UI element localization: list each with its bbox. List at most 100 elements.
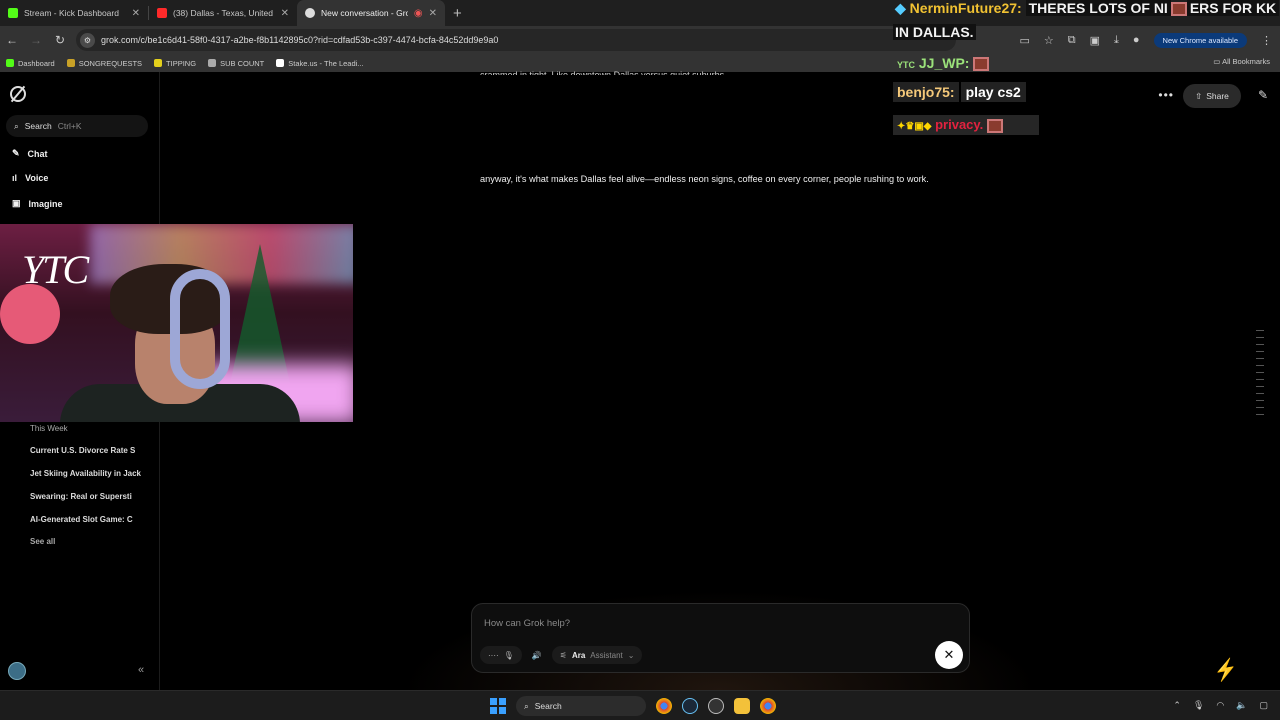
bookmark-site-icon [154, 59, 163, 67]
browser-toolbar: ← → ↻ ⚙ grok.com/c/be1c6d41-58f0-4317-a2… [0, 26, 1280, 54]
close-icon[interactable]: ✕ [281, 8, 289, 19]
url-text: grok.com/c/be1c6d41-58f0-4317-a2be-f8b11… [101, 35, 499, 45]
back-icon[interactable]: ← [0, 33, 24, 47]
close-icon: ✕ [943, 647, 955, 662]
kick-icon [6, 59, 14, 67]
close-icon[interactable]: ✕ [429, 8, 437, 19]
grok-logo-icon[interactable] [10, 86, 26, 102]
chat-message: YTC JJ_WP: [897, 55, 990, 72]
chrome-icon[interactable] [760, 698, 776, 714]
more-options-icon[interactable]: ••• [1158, 88, 1174, 102]
waveform-icon: ıl [12, 173, 18, 183]
history-item[interactable]: Swearing: Real or Supersti [30, 492, 142, 501]
badge-icon: ✦♛▣◆ [897, 121, 932, 132]
share-button[interactable]: ⇧ Share [1183, 84, 1241, 108]
taskbar-apps: ⌕ Search [490, 696, 776, 716]
search-input[interactable]: ⌕ Search Ctrl+K [6, 115, 148, 137]
headset [170, 269, 230, 389]
share-icon: ⇧ [1195, 90, 1203, 101]
search-label: Search [24, 121, 52, 131]
search-shortcut: Ctrl+K [57, 121, 82, 131]
bookmark-star-icon[interactable]: ☆ [1044, 34, 1054, 47]
chat-message: benjo75: play cs2 [893, 82, 1026, 102]
see-all-link[interactable]: See all [30, 537, 55, 546]
voice-name: Ara [571, 650, 586, 660]
browser-tab-active[interactable]: New conversation - Grok ◉ ✕ [297, 0, 445, 26]
bookmark-item[interactable]: Stake.us - The Leadi... [276, 59, 364, 68]
menu-icon[interactable]: ⋮ [1261, 34, 1272, 47]
nav-item-voice[interactable]: ıl Voice [12, 173, 48, 183]
recording-icon: ◉ [413, 7, 423, 19]
chat-message: ✦♛▣◆ privacy. [893, 115, 1039, 135]
avatar[interactable] [8, 662, 26, 680]
chat-text: ERS FOR KK [1186, 0, 1280, 16]
close-icon[interactable]: ✕ [132, 8, 140, 19]
windows-start-icon[interactable] [490, 698, 506, 714]
toolbar-actions: ▭ ☆ ⧉ ▣ ⤓ ● New Chrome available ⋮ [1019, 30, 1272, 50]
bookmark-item[interactable]: TIPPING [154, 59, 196, 68]
chat-message: ◆ NerminFuture27: THERES LOTS OF NI ERS F… [895, 0, 1280, 17]
address-bar[interactable]: ⚙ grok.com/c/be1c6d41-58f0-4317-a2be-f8b… [76, 29, 956, 51]
voice-controls: ···· 🎙 [480, 646, 522, 664]
bookmark-item[interactable]: SUB COUNT [208, 59, 264, 68]
scroll-indicator[interactable] [1256, 330, 1268, 430]
bookmark-item[interactable]: SONGREQUESTS [66, 59, 142, 68]
profile-icon[interactable]: ● [1133, 34, 1140, 46]
waveform-icon: ···· [488, 650, 499, 660]
nav-item-imagine[interactable]: ▣ Imagine [12, 198, 63, 209]
notifications-icon[interactable]: ▢ [1259, 700, 1268, 711]
composer: How can Grok help? ···· 🎙 🔊 ⚟ Ara Assist… [471, 603, 970, 673]
chat-username: JJ_WP: [918, 55, 970, 71]
search-icon: ⌕ [14, 120, 19, 131]
voice-selector[interactable]: ⚟ Ara Assistant ⌄ [551, 646, 643, 664]
stake-icon [276, 59, 285, 67]
tab-search-icon[interactable]: ▣ [1090, 34, 1100, 47]
history-item[interactable]: Current U.S. Divorce Rate S [30, 446, 142, 455]
download-icon[interactable]: ⤓ [1114, 34, 1119, 47]
sliders-icon: ⚟ [559, 650, 567, 660]
bookmark-item[interactable]: Dashboard [6, 59, 55, 68]
reload-icon[interactable]: ↻ [48, 33, 72, 47]
folder-icon[interactable] [734, 698, 750, 714]
bookmark-label: TIPPING [166, 58, 197, 68]
chevron-down-icon: ⌄ [627, 650, 635, 660]
plush-toy [0, 284, 60, 344]
nav-label: Voice [25, 173, 49, 183]
end-voice-button[interactable]: ✕ [935, 641, 963, 669]
new-chat-icon[interactable]: ✎ [1258, 88, 1268, 102]
assistant-message: anyway, it's what makes Dallas feel aliv… [480, 174, 929, 184]
screen: Stream - Kick Dashboard ✕ (38) Dallas - … [0, 0, 1280, 720]
kick-icon [8, 8, 18, 18]
new-tab-button[interactable]: + [445, 5, 470, 22]
taskbar-search[interactable]: ⌕ Search [516, 696, 646, 716]
obs-icon[interactable] [708, 698, 724, 714]
nav-item-chat[interactable]: ✎ Chat [12, 148, 48, 159]
extensions-icon[interactable]: ⧉ [1068, 34, 1076, 47]
chat-text: play cs2 [960, 82, 1026, 102]
speaker-icon[interactable]: 🔊 [532, 651, 542, 660]
forward-icon[interactable]: → [24, 33, 48, 47]
emote-icon [973, 57, 990, 72]
history-item[interactable]: AI-Generated Slot Game: C [30, 515, 142, 524]
neon-sign: YTC [22, 247, 89, 292]
steam-icon[interactable] [682, 698, 698, 714]
update-button[interactable]: New Chrome available [1153, 32, 1247, 48]
chevron-up-icon[interactable]: ⌃ [1173, 700, 1181, 711]
browser-tab[interactable]: Stream - Kick Dashboard ✕ [0, 0, 148, 26]
youtube-icon [157, 8, 167, 18]
microphone-icon[interactable]: 🎙 [1193, 700, 1204, 711]
chrome-icon[interactable] [656, 698, 672, 714]
history-item[interactable]: Jet Skiing Availability in Jack [30, 469, 142, 478]
cast-icon[interactable]: ▭ [1019, 34, 1029, 47]
bookmark-label: SUB COUNT [220, 58, 265, 68]
edit-icon: ✎ [12, 148, 20, 158]
taskbar-search-label: Search [534, 701, 562, 711]
site-info-icon[interactable]: ⚙ [80, 32, 95, 48]
share-label: Share [1206, 91, 1229, 101]
browser-tab[interactable]: (38) Dallas - Texas, United States ✕ [149, 0, 297, 26]
image-icon: ▣ [12, 198, 21, 208]
microphone-icon[interactable]: 🎙 [504, 651, 514, 660]
message-input[interactable]: How can Grok help? [484, 618, 570, 629]
collapse-sidebar-icon[interactable]: « [138, 664, 144, 676]
all-bookmarks-button[interactable]: ▭ All Bookmarks [1213, 57, 1270, 66]
